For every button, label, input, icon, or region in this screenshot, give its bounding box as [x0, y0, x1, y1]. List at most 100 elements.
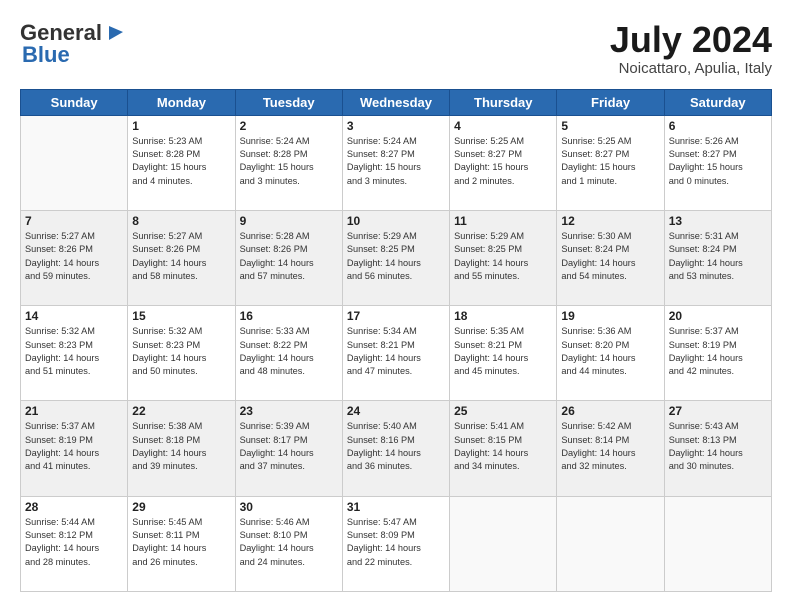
calendar-day-cell: 7 Sunrise: 5:27 AMSunset: 8:26 PMDaylight… — [21, 210, 128, 305]
calendar-day-header: Thursday — [450, 89, 557, 115]
day-info: Sunrise: 5:26 AMSunset: 8:27 PMDaylight:… — [669, 135, 767, 188]
calendar-day-cell: 19Sunrise: 5:36 AMSunset: 8:20 PMDayligh… — [557, 306, 664, 401]
day-number: 27 — [669, 404, 767, 418]
calendar-day-cell: 9 Sunrise: 5:28 AMSunset: 8:26 PMDaylight… — [235, 210, 342, 305]
calendar-day-cell — [664, 496, 771, 591]
calendar-day-cell: 24Sunrise: 5:40 AMSunset: 8:16 PMDayligh… — [342, 401, 449, 496]
page: General Blue July 2024 Noicattaro, Apuli… — [0, 0, 792, 612]
day-number: 17 — [347, 309, 445, 323]
day-info: Sunrise: 5:25 AMSunset: 8:27 PMDaylight:… — [561, 135, 659, 188]
day-number: 29 — [132, 500, 230, 514]
day-number: 5 — [561, 119, 659, 133]
day-number: 9 — [240, 214, 338, 228]
logo: General Blue — [20, 20, 127, 68]
calendar-day-cell: 2 Sunrise: 5:24 AMSunset: 8:28 PMDaylight… — [235, 115, 342, 210]
day-number: 25 — [454, 404, 552, 418]
calendar-day-cell: 14 Sunrise: 5:32 AMSunset: 8:23 PMDayligh… — [21, 306, 128, 401]
calendar-day-header: Sunday — [21, 89, 128, 115]
calendar-day-cell: 23 Sunrise: 5:39 AMSunset: 8:17 PMDayligh… — [235, 401, 342, 496]
calendar-day-cell: 21 Sunrise: 5:37 AMSunset: 8:19 PMDayligh… — [21, 401, 128, 496]
day-info: Sunrise: 5:39 AMSunset: 8:17 PMDaylight:… — [240, 420, 338, 473]
day-number: 30 — [240, 500, 338, 514]
day-info: Sunrise: 5:29 AMSunset: 8:25 PMDaylight:… — [347, 230, 445, 283]
day-info: Sunrise: 5:25 AMSunset: 8:27 PMDaylight:… — [454, 135, 552, 188]
day-number: 12 — [561, 214, 659, 228]
day-info: Sunrise: 5:32 AMSunset: 8:23 PMDaylight:… — [132, 325, 230, 378]
day-info: Sunrise: 5:24 AMSunset: 8:27 PMDaylight:… — [347, 135, 445, 188]
day-info: Sunrise: 5:37 AMSunset: 8:19 PMDaylight:… — [25, 420, 123, 473]
calendar-table: SundayMondayTuesdayWednesdayThursdayFrid… — [20, 89, 772, 592]
calendar-day-header: Friday — [557, 89, 664, 115]
calendar-day-cell: 3 Sunrise: 5:24 AMSunset: 8:27 PMDaylight… — [342, 115, 449, 210]
day-number: 31 — [347, 500, 445, 514]
calendar-day-header: Wednesday — [342, 89, 449, 115]
day-info: Sunrise: 5:24 AMSunset: 8:28 PMDaylight:… — [240, 135, 338, 188]
calendar-day-cell: 30 Sunrise: 5:46 AMSunset: 8:10 PMDayligh… — [235, 496, 342, 591]
day-info: Sunrise: 5:34 AMSunset: 8:21 PMDaylight:… — [347, 325, 445, 378]
day-number: 1 — [132, 119, 230, 133]
calendar-day-cell: 22Sunrise: 5:38 AMSunset: 8:18 PMDayligh… — [128, 401, 235, 496]
day-info: Sunrise: 5:28 AMSunset: 8:26 PMDaylight:… — [240, 230, 338, 283]
calendar-week-row: 1 Sunrise: 5:23 AMSunset: 8:28 PMDaylight… — [21, 115, 772, 210]
logo-arrow-icon — [105, 22, 127, 44]
day-number: 2 — [240, 119, 338, 133]
day-info: Sunrise: 5:42 AMSunset: 8:14 PMDaylight:… — [561, 420, 659, 473]
day-number: 23 — [240, 404, 338, 418]
calendar-day-cell — [21, 115, 128, 210]
logo-blue-text: Blue — [22, 42, 70, 68]
day-info: Sunrise: 5:38 AMSunset: 8:18 PMDaylight:… — [132, 420, 230, 473]
day-number: 8 — [132, 214, 230, 228]
day-number: 28 — [25, 500, 123, 514]
day-number: 13 — [669, 214, 767, 228]
calendar-day-cell: 13 Sunrise: 5:31 AMSunset: 8:24 PMDayligh… — [664, 210, 771, 305]
day-number: 14 — [25, 309, 123, 323]
calendar-day-cell: 15 Sunrise: 5:32 AMSunset: 8:23 PMDayligh… — [128, 306, 235, 401]
day-number: 10 — [347, 214, 445, 228]
calendar-day-cell: 25Sunrise: 5:41 AMSunset: 8:15 PMDayligh… — [450, 401, 557, 496]
calendar-day-cell: 1 Sunrise: 5:23 AMSunset: 8:28 PMDaylight… — [128, 115, 235, 210]
calendar-day-cell: 31 Sunrise: 5:47 AMSunset: 8:09 PMDayligh… — [342, 496, 449, 591]
day-info: Sunrise: 5:46 AMSunset: 8:10 PMDaylight:… — [240, 516, 338, 569]
calendar-day-cell: 11 Sunrise: 5:29 AMSunset: 8:25 PMDayligh… — [450, 210, 557, 305]
calendar-body: 1 Sunrise: 5:23 AMSunset: 8:28 PMDaylight… — [21, 115, 772, 591]
calendar-day-cell: 17 Sunrise: 5:34 AMSunset: 8:21 PMDayligh… — [342, 306, 449, 401]
calendar-day-cell: 27Sunrise: 5:43 AMSunset: 8:13 PMDayligh… — [664, 401, 771, 496]
month-title: July 2024 — [610, 20, 772, 60]
day-number: 15 — [132, 309, 230, 323]
day-info: Sunrise: 5:31 AMSunset: 8:24 PMDaylight:… — [669, 230, 767, 283]
calendar-day-cell: 18Sunrise: 5:35 AMSunset: 8:21 PMDayligh… — [450, 306, 557, 401]
calendar-week-row: 28 Sunrise: 5:44 AMSunset: 8:12 PMDayligh… — [21, 496, 772, 591]
day-info: Sunrise: 5:27 AMSunset: 8:26 PMDaylight:… — [25, 230, 123, 283]
calendar-day-cell: 29Sunrise: 5:45 AMSunset: 8:11 PMDayligh… — [128, 496, 235, 591]
day-number: 21 — [25, 404, 123, 418]
calendar-day-cell: 16Sunrise: 5:33 AMSunset: 8:22 PMDayligh… — [235, 306, 342, 401]
day-info: Sunrise: 5:23 AMSunset: 8:28 PMDaylight:… — [132, 135, 230, 188]
day-info: Sunrise: 5:30 AMSunset: 8:24 PMDaylight:… — [561, 230, 659, 283]
day-number: 7 — [25, 214, 123, 228]
day-number: 3 — [347, 119, 445, 133]
title-block: July 2024 Noicattaro, Apulia, Italy — [610, 20, 772, 77]
day-number: 26 — [561, 404, 659, 418]
calendar-day-cell — [450, 496, 557, 591]
calendar-day-cell: 20Sunrise: 5:37 AMSunset: 8:19 PMDayligh… — [664, 306, 771, 401]
day-info: Sunrise: 5:32 AMSunset: 8:23 PMDaylight:… — [25, 325, 123, 378]
day-info: Sunrise: 5:47 AMSunset: 8:09 PMDaylight:… — [347, 516, 445, 569]
location: Noicattaro, Apulia, Italy — [610, 60, 772, 77]
day-info: Sunrise: 5:33 AMSunset: 8:22 PMDaylight:… — [240, 325, 338, 378]
day-number: 24 — [347, 404, 445, 418]
day-info: Sunrise: 5:36 AMSunset: 8:20 PMDaylight:… — [561, 325, 659, 378]
day-number: 6 — [669, 119, 767, 133]
calendar-day-cell — [557, 496, 664, 591]
calendar-day-cell: 28 Sunrise: 5:44 AMSunset: 8:12 PMDayligh… — [21, 496, 128, 591]
header: General Blue July 2024 Noicattaro, Apuli… — [20, 20, 772, 77]
calendar-week-row: 7 Sunrise: 5:27 AMSunset: 8:26 PMDaylight… — [21, 210, 772, 305]
day-info: Sunrise: 5:44 AMSunset: 8:12 PMDaylight:… — [25, 516, 123, 569]
day-info: Sunrise: 5:29 AMSunset: 8:25 PMDaylight:… — [454, 230, 552, 283]
calendar-day-cell: 12 Sunrise: 5:30 AMSunset: 8:24 PMDayligh… — [557, 210, 664, 305]
day-number: 11 — [454, 214, 552, 228]
day-number: 20 — [669, 309, 767, 323]
day-info: Sunrise: 5:35 AMSunset: 8:21 PMDaylight:… — [454, 325, 552, 378]
calendar-day-cell: 8Sunrise: 5:27 AMSunset: 8:26 PMDaylight… — [128, 210, 235, 305]
calendar-header-row: SundayMondayTuesdayWednesdayThursdayFrid… — [21, 89, 772, 115]
calendar-week-row: 21 Sunrise: 5:37 AMSunset: 8:19 PMDayligh… — [21, 401, 772, 496]
